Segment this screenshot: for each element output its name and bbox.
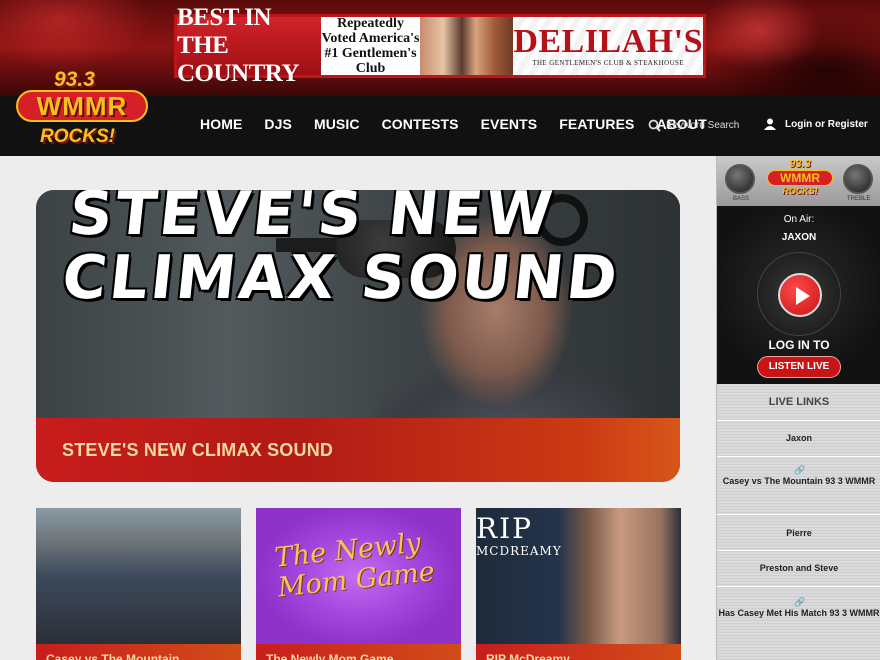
- station-logo[interactable]: 93.3 WMMR ROCKS!: [14, 68, 150, 152]
- card-image-text: The Newly Mom Game: [273, 527, 437, 604]
- logo-callsign: WMMR: [16, 90, 148, 122]
- feature-card[interactable]: The Newly Mom Game The Newly Mom Game: [256, 508, 461, 660]
- nav-djs[interactable]: DJS: [264, 116, 292, 132]
- card-caption: Casey vs The Mountain: [36, 644, 241, 660]
- card-image: The Newly Mom Game: [256, 508, 461, 644]
- card-caption: The Newly Mom Game: [256, 644, 461, 660]
- ad-tagline: THE GENTLEMEN'S CLUB & STEAKHOUSE: [532, 59, 685, 67]
- bass-knob[interactable]: [725, 164, 755, 194]
- search-icon: [648, 119, 661, 132]
- login-register-link[interactable]: Login or Register: [764, 118, 868, 130]
- login-label: Login or Register: [785, 118, 868, 130]
- player-logo: 93.3 WMMR ROCKS!: [765, 158, 835, 196]
- player-header: BASS 93.3 WMMR ROCKS! TREBLE: [717, 156, 880, 206]
- player-logo-frequency: 93.3: [789, 158, 811, 170]
- listen-live-button[interactable]: LISTEN LIVE: [757, 356, 841, 378]
- hero-image-title: STEVE'S NEW CLIMAX SOUND: [58, 190, 624, 313]
- treble-knob[interactable]: [843, 164, 873, 194]
- live-link-label: Casey vs The Mountain 93 3 WMMR: [722, 476, 876, 486]
- banner-ad[interactable]: BEST IN THE COUNTRY Repeatedly Voted Ame…: [174, 4, 706, 87]
- card-image-subtext: MCDREAMY: [476, 544, 562, 558]
- link-icon: 🔗: [794, 597, 806, 607]
- feature-card[interactable]: RIP MCDREAMY RIP McDreamy: [476, 508, 681, 660]
- sidebar: BASS 93.3 WMMR ROCKS! TREBLE On Air: JAX…: [716, 156, 880, 660]
- logo-frequency: 93.3: [54, 68, 95, 91]
- nav-events[interactable]: EVENTS: [481, 116, 538, 132]
- hero-caption-band: STEVE'S NEW CLIMAX SOUND: [36, 418, 680, 482]
- logo-slogan: ROCKS!: [40, 126, 115, 147]
- live-link[interactable]: Jaxon: [717, 433, 880, 444]
- ad-brand-panel: DELILAH'S THE GENTLEMEN'S CLUB & STEAKHO…: [513, 17, 703, 75]
- divider: [717, 420, 880, 421]
- live-link[interactable]: 🔗 Has Casey Met His Match 93 3 WMMR: [717, 598, 880, 619]
- on-air-dj: JAXON: [781, 232, 817, 243]
- on-air-label: On Air:: [783, 214, 815, 225]
- ad-brand: DELILAH'S: [513, 23, 703, 60]
- hero-image: STEVE'S NEW CLIMAX SOUND: [36, 190, 680, 418]
- feature-card[interactable]: Casey vs The Mountain: [36, 508, 241, 660]
- user-icon: [764, 118, 776, 130]
- live-player: On Air: JAXON LOG IN TO LISTEN LIVE: [717, 206, 880, 384]
- nav-features[interactable]: FEATURES: [559, 116, 634, 132]
- nav-home[interactable]: HOME: [200, 116, 242, 132]
- card-image-text: RIP: [476, 512, 533, 545]
- ad-left-text: BEST IN THE COUNTRY: [177, 4, 300, 87]
- nav-music[interactable]: MUSIC: [314, 116, 360, 132]
- card-title: RIP McDreamy: [486, 652, 570, 660]
- ad-mid-text: Repeatedly Voted America's #1 Gentlemen'…: [321, 16, 420, 76]
- hero-feature[interactable]: STEVE'S NEW CLIMAX SOUND STEVE'S NEW CLI…: [36, 190, 680, 482]
- player-logo-callsign: WMMR: [767, 170, 833, 186]
- divider: [717, 456, 880, 457]
- login-prompt: LOG IN TO: [768, 338, 830, 352]
- card-caption: RIP McDreamy: [476, 644, 681, 660]
- player-logo-slogan: ROCKS!: [782, 186, 818, 196]
- ad-photo: [420, 17, 514, 75]
- divider: [717, 514, 880, 515]
- card-image: [36, 508, 241, 644]
- card-title: Casey vs The Mountain: [46, 652, 180, 660]
- card-image: RIP MCDREAMY: [476, 508, 681, 644]
- search-field[interactable]: Keyword Search: [648, 119, 739, 132]
- play-icon[interactable]: [778, 273, 822, 317]
- treble-label: TREBLE: [847, 196, 871, 202]
- nav-contests[interactable]: CONTESTS: [382, 116, 459, 132]
- hero-title[interactable]: STEVE'S NEW CLIMAX SOUND: [62, 440, 333, 461]
- divider: [717, 550, 880, 551]
- live-link[interactable]: Pierre: [717, 528, 880, 539]
- ad-left-panel: BEST IN THE COUNTRY: [177, 4, 321, 87]
- card-title: The Newly Mom Game: [266, 652, 394, 660]
- search-placeholder: Keyword Search: [666, 120, 740, 131]
- live-links-panel: LIVE LINKS Jaxon 🔗 Casey vs The Mountain…: [717, 384, 880, 660]
- bass-label: BASS: [733, 196, 750, 202]
- live-link-label: Has Casey Met His Match 93 3 WMMR: [718, 608, 880, 618]
- play-ring: [757, 252, 841, 336]
- live-link[interactable]: 🔗 Casey vs The Mountain 93 3 WMMR: [717, 466, 880, 487]
- live-links-heading: LIVE LINKS: [768, 396, 830, 408]
- live-link[interactable]: Preston and Steve: [717, 563, 880, 574]
- link-icon: 🔗: [794, 465, 806, 475]
- divider: [717, 586, 880, 587]
